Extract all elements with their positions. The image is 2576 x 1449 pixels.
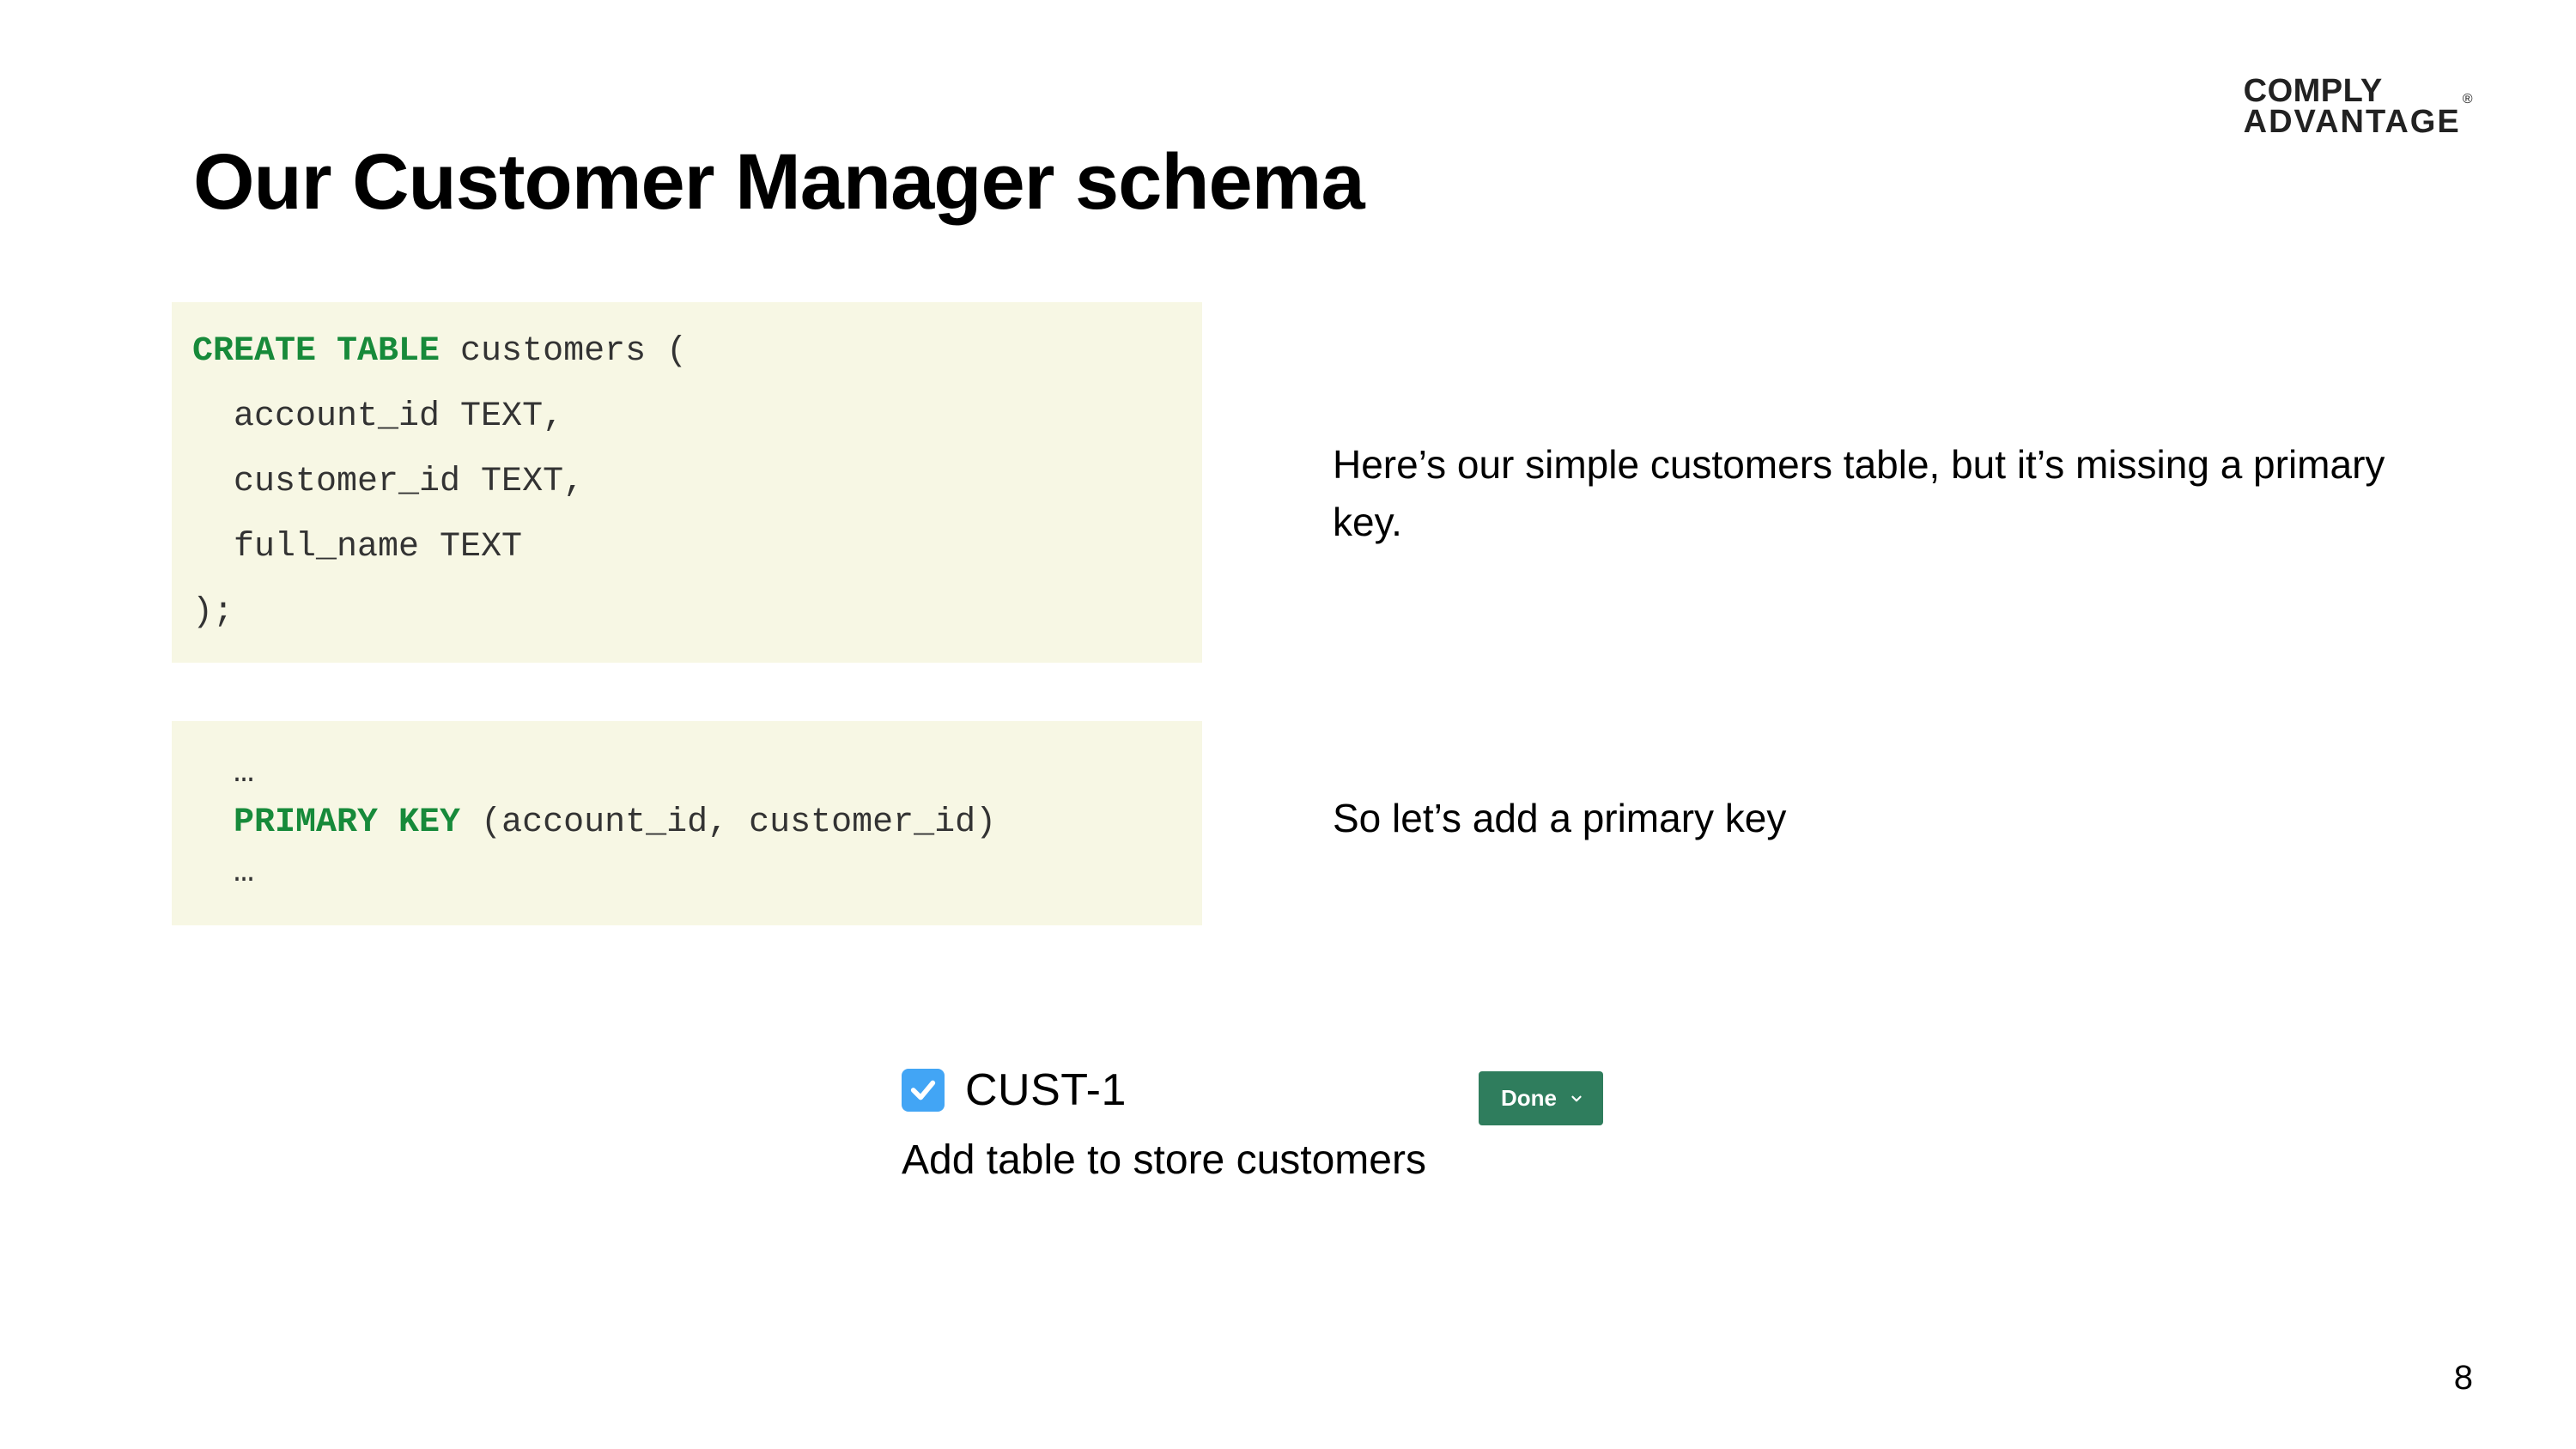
code-line: … (192, 848, 1182, 898)
code-line: … (192, 749, 1182, 798)
brand-logo: COMPLY ADVANTAGE® (2244, 76, 2473, 137)
code-line: PRIMARY KEY (account_id, customer_id) (192, 798, 1182, 848)
code-block-primary-key: … PRIMARY KEY (account_id, customer_id) … (172, 721, 1202, 925)
ticket-id: CUST-1 (965, 1064, 1127, 1116)
code-line: CREATE TABLE customers ( (192, 319, 1182, 385)
code-line: full_name TEXT (192, 515, 1182, 580)
note-missing-pk: Here’s our simple customers table, but i… (1333, 436, 2432, 550)
keyword: CREATE TABLE (192, 332, 440, 371)
code-block-create-table: CREATE TABLE customers ( account_id TEXT… (172, 302, 1202, 663)
code-line: ); (192, 580, 1182, 646)
page-number: 8 (2454, 1359, 2473, 1397)
registered-mark: ® (2463, 92, 2473, 106)
ticket-status-button[interactable]: Done (1479, 1071, 1603, 1125)
logo-line-1: COMPLY (2244, 76, 2473, 106)
slide-title: Our Customer Manager schema (193, 137, 1364, 227)
code-text: (account_id, customer_id) (460, 803, 996, 842)
ticket-check-icon (902, 1069, 945, 1112)
keyword: PRIMARY KEY (234, 803, 460, 842)
ticket-status-label: Done (1501, 1085, 1557, 1112)
logo-line-2: ADVANTAGE (2244, 104, 2461, 140)
ticket-description: Add table to store customers (902, 1137, 1606, 1184)
code-line: account_id TEXT, (192, 385, 1182, 450)
chevron-down-icon (1569, 1091, 1584, 1106)
note-add-pk: So let’s add a primary key (1333, 790, 2432, 847)
code-text: customers ( (440, 332, 687, 371)
code-line: customer_id TEXT, (192, 450, 1182, 515)
